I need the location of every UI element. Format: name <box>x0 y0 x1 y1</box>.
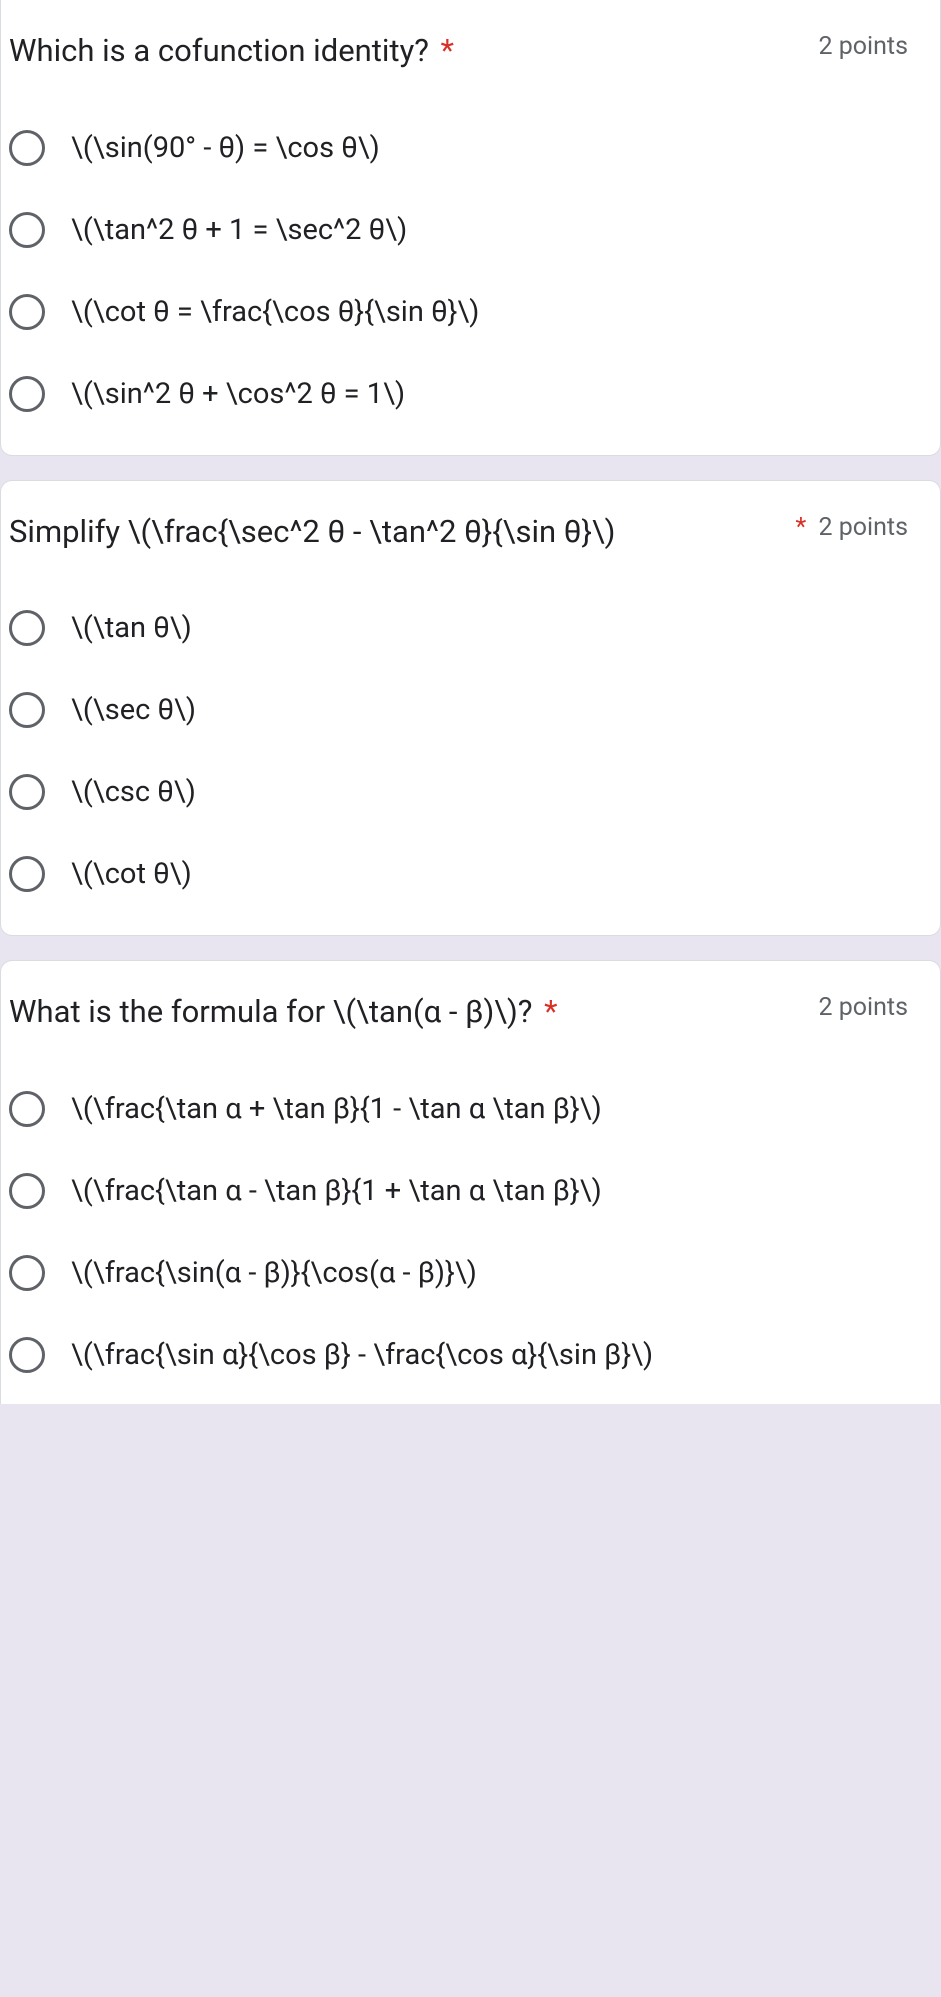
option-row[interactable]: \(\frac{\sin(α - β)}{\cos(α - β)}\) <box>9 1252 908 1294</box>
points-label: 2 points <box>818 989 908 1022</box>
option-row[interactable]: \(\frac{\sin α}{\cos β} - \frac{\cos α}{… <box>9 1334 908 1376</box>
option-row[interactable]: \(\cot θ = \frac{\cos θ}{\sin θ}\) <box>9 291 908 333</box>
option-row[interactable]: \(\sin^2 θ + \cos^2 θ = 1\) <box>9 373 908 415</box>
radio-icon[interactable] <box>9 212 45 248</box>
radio-icon[interactable] <box>9 1337 45 1373</box>
option-label: \(\csc θ\) <box>71 771 196 813</box>
question-text: Which is a cofunction identity? <box>9 32 429 69</box>
option-label: \(\sin^2 θ + \cos^2 θ = 1\) <box>71 373 405 415</box>
option-row[interactable]: \(\csc θ\) <box>9 771 908 813</box>
option-label: \(\frac{\tan α - \tan β}{1 + \tan α \tan… <box>71 1170 602 1212</box>
option-label: \(\sin(90° - θ) = \cos θ\) <box>71 127 380 169</box>
option-label: \(\frac{\sin α}{\cos β} - \frac{\cos α}{… <box>71 1334 653 1376</box>
question-header: What is the formula for \(\tan(α - β)\)?… <box>9 989 908 1036</box>
question-text: What is the formula for \(\tan(α - β)\)? <box>9 993 532 1030</box>
question-title: Which is a cofunction identity? * <box>9 28 798 75</box>
radio-icon[interactable] <box>9 774 45 810</box>
required-marker: * <box>441 32 454 69</box>
radio-icon[interactable] <box>9 856 45 892</box>
radio-icon[interactable] <box>9 130 45 166</box>
points-text: 2 points <box>818 513 908 542</box>
option-row[interactable]: \(\sec θ\) <box>9 689 908 731</box>
radio-icon[interactable] <box>9 1255 45 1291</box>
question-header: Which is a cofunction identity? * 2 poin… <box>9 28 908 75</box>
question-card: Which is a cofunction identity? * 2 poin… <box>0 0 941 456</box>
question-title: Simplify \(\frac{\sec^2 θ - \tan^2 θ}{\s… <box>9 509 772 556</box>
option-label: \(\sec θ\) <box>71 689 196 731</box>
option-row[interactable]: \(\cot θ\) <box>9 853 908 895</box>
option-row[interactable]: \(\tan^2 θ + 1 = \sec^2 θ\) <box>9 209 908 251</box>
question-card: Simplify \(\frac{\sec^2 θ - \tan^2 θ}{\s… <box>0 480 941 937</box>
question-title: What is the formula for \(\tan(α - β)\)?… <box>9 989 798 1036</box>
radio-icon[interactable] <box>9 610 45 646</box>
option-row[interactable]: \(\tan θ\) <box>9 607 908 649</box>
radio-icon[interactable] <box>9 294 45 330</box>
question-card: What is the formula for \(\tan(α - β)\)?… <box>0 960 941 1404</box>
required-marker: * <box>796 513 807 542</box>
radio-icon[interactable] <box>9 1173 45 1209</box>
radio-icon[interactable] <box>9 692 45 728</box>
option-label: \(\frac{\tan α + \tan β}{1 - \tan α \tan… <box>71 1088 602 1130</box>
option-label: \(\cot θ = \frac{\cos θ}{\sin θ}\) <box>71 291 479 333</box>
radio-icon[interactable] <box>9 1091 45 1127</box>
points-label: * 2 points <box>792 509 909 542</box>
question-header: Simplify \(\frac{\sec^2 θ - \tan^2 θ}{\s… <box>9 509 908 556</box>
question-text: Simplify \(\frac{\sec^2 θ - \tan^2 θ}{\s… <box>9 513 615 550</box>
option-label: \(\frac{\sin(α - β)}{\cos(α - β)}\) <box>71 1252 477 1294</box>
required-marker: * <box>544 993 557 1030</box>
option-label: \(\cot θ\) <box>71 853 192 895</box>
option-row[interactable]: \(\sin(90° - θ) = \cos θ\) <box>9 127 908 169</box>
option-label: \(\tan θ\) <box>71 607 192 649</box>
option-row[interactable]: \(\frac{\tan α + \tan β}{1 - \tan α \tan… <box>9 1088 908 1130</box>
radio-icon[interactable] <box>9 376 45 412</box>
option-row[interactable]: \(\frac{\tan α - \tan β}{1 + \tan α \tan… <box>9 1170 908 1212</box>
points-label: 2 points <box>818 28 908 61</box>
option-label: \(\tan^2 θ + 1 = \sec^2 θ\) <box>71 209 407 251</box>
